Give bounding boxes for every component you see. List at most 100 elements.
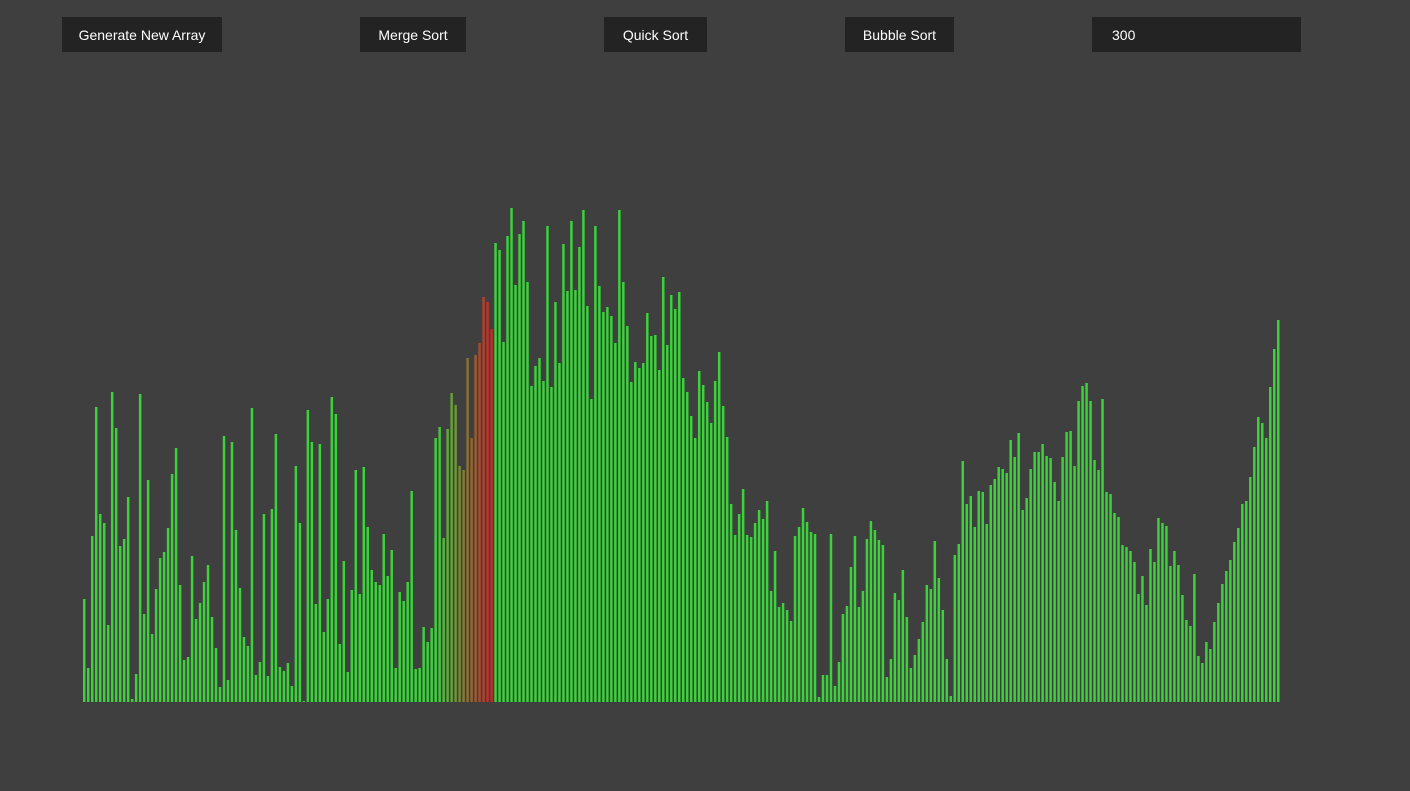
array-bar	[1141, 576, 1144, 702]
array-bar	[126, 497, 130, 702]
array-size-input[interactable]	[1092, 17, 1301, 52]
array-bar	[410, 491, 413, 702]
array-bar	[682, 378, 685, 702]
array-bar	[98, 514, 102, 702]
array-bar	[530, 386, 533, 702]
array-bar	[322, 632, 326, 702]
array-bar	[1089, 401, 1092, 702]
array-bar	[354, 470, 358, 702]
array-bar	[1057, 501, 1060, 702]
array-bar	[210, 617, 214, 702]
array-bar	[242, 637, 246, 702]
array-bar	[1133, 562, 1136, 702]
array-bar	[777, 607, 781, 702]
array-bar	[1249, 477, 1252, 702]
array-bar	[945, 659, 949, 702]
array-bar	[438, 427, 441, 702]
array-bar	[202, 582, 206, 702]
array-bar	[905, 617, 909, 702]
array-bar	[1053, 482, 1056, 702]
array-bar	[929, 589, 933, 702]
array-bar	[913, 655, 917, 702]
array-bar	[725, 437, 729, 702]
array-bar	[1085, 383, 1088, 702]
array-bar	[194, 619, 198, 702]
array-bar	[1201, 663, 1204, 702]
array-bar	[454, 405, 457, 702]
array-bar	[206, 565, 210, 702]
array-bar	[146, 480, 150, 702]
array-bar	[654, 335, 657, 702]
array-bar	[430, 628, 433, 702]
array-bar	[941, 610, 945, 702]
array-bar	[622, 282, 625, 702]
array-bar	[961, 461, 965, 702]
quick-sort-button[interactable]: Quick Sort	[604, 17, 707, 52]
array-bar	[809, 532, 813, 702]
array-bar	[1157, 518, 1160, 702]
array-bar	[366, 527, 370, 702]
array-bar	[526, 282, 529, 702]
array-bars-chart	[83, 208, 1280, 702]
array-bar	[462, 470, 465, 702]
array-bar	[218, 687, 222, 702]
array-bar	[1253, 447, 1256, 702]
array-bar	[1209, 649, 1212, 702]
array-bar	[1197, 656, 1200, 702]
array-bar	[458, 466, 461, 702]
array-bar	[801, 508, 805, 702]
array-bar	[969, 496, 972, 702]
array-bar	[286, 663, 290, 702]
array-bar	[741, 489, 745, 702]
array-bar	[1161, 523, 1164, 702]
array-bar	[881, 545, 885, 702]
array-bar	[350, 590, 354, 702]
array-bar	[685, 392, 689, 702]
array-bar	[590, 399, 593, 702]
array-bar	[737, 514, 741, 702]
array-bar	[1049, 458, 1052, 702]
array-bar	[721, 406, 725, 702]
array-bar	[829, 534, 833, 702]
array-bar	[841, 614, 845, 702]
array-bar	[514, 285, 517, 702]
array-bar	[1069, 431, 1072, 702]
array-bar	[937, 578, 941, 702]
array-bar	[833, 686, 837, 702]
array-bar	[869, 521, 873, 702]
array-bar	[757, 510, 761, 702]
array-bar	[306, 410, 310, 702]
array-bar	[150, 634, 154, 702]
bubble-sort-button[interactable]: Bubble Sort	[845, 17, 954, 52]
array-bar	[1109, 494, 1112, 702]
array-bar	[693, 438, 697, 702]
array-bar	[330, 397, 334, 702]
array-bar	[1033, 452, 1036, 702]
array-bar	[358, 594, 362, 702]
array-bar	[1273, 349, 1276, 702]
array-bar	[142, 614, 146, 702]
merge-sort-button[interactable]: Merge Sort	[360, 17, 466, 52]
array-bar	[270, 509, 274, 702]
array-bar	[897, 600, 901, 702]
generate-new-array-button[interactable]: Generate New Array	[62, 17, 222, 52]
array-bar	[1065, 432, 1068, 702]
array-bar	[921, 622, 925, 702]
array-bar	[182, 660, 186, 702]
array-bar	[606, 307, 609, 702]
array-bar	[298, 523, 302, 702]
array-bar	[1245, 501, 1248, 702]
array-bar	[594, 226, 597, 702]
array-bar	[1137, 594, 1140, 702]
array-bar	[1213, 622, 1216, 702]
array-bar	[174, 448, 178, 702]
array-bar	[845, 606, 849, 702]
array-bar	[630, 382, 633, 702]
array-bar	[989, 485, 992, 702]
array-bar	[1125, 547, 1128, 702]
array-bar	[965, 504, 969, 702]
array-bar	[1241, 504, 1244, 702]
array-bar	[646, 313, 649, 702]
array-bar	[1001, 469, 1004, 702]
array-bar	[338, 644, 342, 702]
